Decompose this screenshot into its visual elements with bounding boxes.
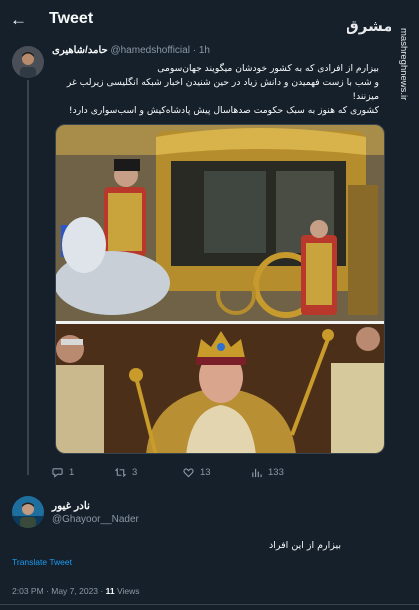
reply-count: 1 [69,467,75,478]
carriage-photo[interactable] [56,125,385,321]
top-bar: ← Tweet مشرق mashreghnews.ir [0,0,419,100]
svg-text:مشرق: مشرق [347,17,391,35]
translate-tweet-link[interactable]: Translate Tweet [12,557,72,567]
heart-icon [183,468,194,478]
divider [0,604,419,605]
tweet-actions: 1 3 13 133 [52,467,382,483]
meta-views-label: Views [117,586,140,596]
page-title: Tweet [49,10,94,27]
like-button[interactable]: 13 [183,467,211,478]
reply-icon [52,468,63,478]
tweet-line: میزنند! [352,91,379,102]
mashregh-logo: مشرق [347,17,391,35]
author-handle[interactable]: @hamedshofficial [110,45,189,56]
tweet-meta: 2:03 PM · May 7, 2023 · 11 Views [12,586,140,596]
reply-avatar[interactable] [12,496,44,528]
tweet-time[interactable]: 1h [199,45,210,56]
views-icon [252,468,262,478]
retweet-button[interactable]: 3 [115,467,137,478]
meta-views-count: 11 [105,586,115,596]
reply-author-handle[interactable]: @Ghayoor__Nader [52,514,139,525]
retweet-icon [115,467,126,478]
thread-line [27,80,29,475]
meta-date[interactable]: May 7, 2023 [51,586,98,596]
tweet-line: بیزارم از افرادی که به کشور خودشان میگوی… [157,63,379,74]
king-photo[interactable] [56,324,385,454]
tweet-media[interactable] [55,124,385,454]
tweet-text: بیزارم از افرادی که به کشور خودشان میگوی… [59,62,379,118]
retweet-count: 3 [132,467,138,478]
reply-author-name[interactable]: نادر غیور [52,500,90,512]
avatar[interactable] [12,46,44,78]
views-button[interactable]: 133 [251,467,284,478]
arrow-left-icon[interactable]: ← [10,10,30,30]
like-count: 13 [200,467,211,478]
tweet-line: کشوری که هنوز به سبک حکومت صدهاسال پیش پ… [68,105,379,116]
watermark-credit: mashreghnews.ir [398,28,409,101]
meta-time[interactable]: 2:03 PM [12,586,44,596]
reply-button[interactable]: 1 [52,467,74,478]
views-count: 133 [268,467,284,478]
tweet-line: و شب با زست فهمیدن و دانش زیاد در حین شن… [66,77,379,88]
reply-text: بیزارم از این افراد [269,540,341,551]
author-name[interactable]: حامد/شاهیری [52,45,108,56]
tweet-header: حامد/شاهیری @hamedshofficial · 1h [52,45,210,56]
